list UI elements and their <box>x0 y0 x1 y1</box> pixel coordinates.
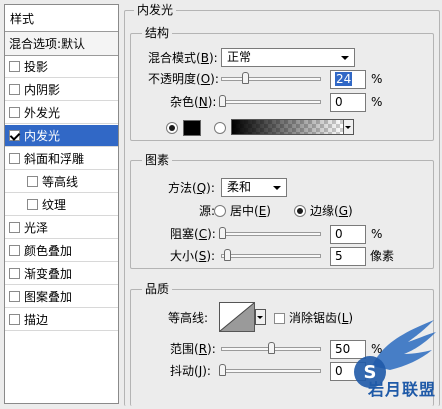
sidebar-item-checkbox[interactable] <box>9 84 20 95</box>
range-label: 范围(R): <box>170 342 216 356</box>
solid-color-radio[interactable] <box>166 122 178 134</box>
size-input[interactable]: 5 <box>330 247 366 266</box>
glow-color-swatch[interactable] <box>183 120 201 136</box>
sidebar-item-checkbox[interactable] <box>27 176 38 187</box>
sidebar-item-label: 纹理 <box>42 198 67 212</box>
noise-label: 杂色(N): <box>170 95 217 109</box>
jitter-input[interactable]: 0 <box>330 362 366 381</box>
choke-unit: % <box>371 227 383 241</box>
source-edge-label[interactable]: 边缘(G) <box>310 203 353 219</box>
sidebar-item-label: 斜面和浮雕 <box>24 152 85 166</box>
size-unit: 像素 <box>370 249 395 263</box>
opacity-unit: % <box>371 72 383 86</box>
sidebar-item[interactable]: 内发光 <box>5 125 118 147</box>
sidebar-item[interactable]: 光泽 <box>5 217 118 239</box>
quality-title: 品质 <box>142 282 173 296</box>
elements-title: 图素 <box>142 153 173 167</box>
contour-label: 等高线: <box>168 311 209 325</box>
source-edge-radio[interactable] <box>294 205 306 217</box>
structure-title: 结构 <box>142 26 173 40</box>
contour-preview[interactable] <box>219 302 255 332</box>
sidebar-item[interactable]: 颜色叠加 <box>5 240 118 262</box>
opacity-slider-thumb[interactable] <box>242 72 249 84</box>
range-unit: % <box>371 342 383 356</box>
sidebar-item-checkbox[interactable] <box>9 245 20 256</box>
source-center-label[interactable]: 居中(E) <box>230 203 271 219</box>
gradient-picker-arrow[interactable] <box>343 119 354 135</box>
size-slider[interactable] <box>221 254 321 258</box>
contour-picker-arrow[interactable] <box>255 309 266 325</box>
antialias-checkbox[interactable] <box>274 313 285 324</box>
noise-slider-thumb[interactable] <box>219 95 226 107</box>
source-label: 源: <box>199 204 215 218</box>
size-slider-thumb[interactable] <box>224 249 231 261</box>
sidebar-item-label: 颜色叠加 <box>24 244 73 258</box>
sidebar-item-label: 内发光 <box>24 129 61 143</box>
sidebar-item[interactable]: 描边 <box>5 309 118 331</box>
sidebar-item[interactable]: 纹理 <box>5 194 118 216</box>
sidebar-item[interactable]: 等高线 <box>5 171 118 193</box>
noise-input[interactable]: 0 <box>330 93 366 112</box>
chevron-down-icon <box>273 186 281 190</box>
sidebar-item-label: 描边 <box>24 313 49 327</box>
sidebar-item[interactable]: 斜面和浮雕 <box>5 148 118 170</box>
sidebar-item-checkbox[interactable] <box>9 61 20 72</box>
blend-mode-label: 混合模式(B): <box>148 51 218 65</box>
opacity-slider[interactable] <box>221 77 321 81</box>
range-input[interactable]: 50 <box>330 340 366 359</box>
sidebar-item[interactable]: 内阴影 <box>5 79 118 101</box>
jitter-slider[interactable] <box>221 369 321 373</box>
noise-slider[interactable] <box>221 100 321 104</box>
sidebar-item-label: 图案叠加 <box>24 290 73 304</box>
method-dropdown[interactable]: 柔和 <box>221 178 287 197</box>
sidebar-item[interactable]: 投影 <box>5 56 118 78</box>
sidebar-item[interactable]: 外发光 <box>5 102 118 124</box>
glow-gradient-swatch[interactable] <box>231 119 344 135</box>
inner-glow-title: 内发光 <box>134 3 177 17</box>
blend-mode-dropdown[interactable]: 正常 <box>221 48 355 67</box>
contour-curve-icon <box>219 302 255 332</box>
blend-options-item[interactable]: 混合选项:默认 <box>5 32 118 56</box>
sidebar-item-label: 投影 <box>24 60 49 74</box>
choke-input[interactable]: 0 <box>330 225 366 244</box>
sidebar-item[interactable]: 渐变叠加 <box>5 263 118 285</box>
jitter-label: 抖动(J): <box>170 364 211 378</box>
sidebar-item[interactable]: 图案叠加 <box>5 286 118 308</box>
sidebar-item-checkbox[interactable] <box>9 130 20 141</box>
opacity-input[interactable]: 24 <box>330 70 366 89</box>
range-slider-thumb[interactable] <box>268 342 275 354</box>
sidebar-item-label: 渐变叠加 <box>24 267 73 281</box>
styles-sidebar: 样式 混合选项:默认 投影内阴影外发光内发光斜面和浮雕等高线纹理光泽颜色叠加渐变… <box>4 4 119 404</box>
opacity-label: 不透明度(O): <box>148 72 219 86</box>
source-center-radio[interactable] <box>214 205 226 217</box>
sidebar-item-checkbox[interactable] <box>9 314 20 325</box>
sidebar-item-checkbox[interactable] <box>27 199 38 210</box>
choke-slider-thumb[interactable] <box>219 227 226 239</box>
sidebar-item-label: 等高线 <box>42 175 79 189</box>
sidebar-item-label: 内阴影 <box>24 83 61 97</box>
jitter-slider-thumb[interactable] <box>219 364 226 376</box>
choke-label: 阻塞(C): <box>170 227 216 241</box>
sidebar-item-label: 外发光 <box>24 106 61 120</box>
size-label: 大小(S): <box>170 249 216 263</box>
sidebar-item-checkbox[interactable] <box>9 268 20 279</box>
sidebar-item-checkbox[interactable] <box>9 222 20 233</box>
sidebar-item-checkbox[interactable] <box>9 153 20 164</box>
sidebar-item-checkbox[interactable] <box>9 291 20 302</box>
choke-slider[interactable] <box>221 232 321 236</box>
method-label: 方法(Q): <box>168 181 215 195</box>
antialias-label[interactable]: 消除锯齿(L) <box>289 310 353 326</box>
sidebar-item-checkbox[interactable] <box>9 107 20 118</box>
gradient-radio[interactable] <box>214 122 226 134</box>
sidebar-item-label: 光泽 <box>24 221 49 235</box>
styles-title[interactable]: 样式 <box>5 5 118 32</box>
chevron-down-icon <box>341 56 349 60</box>
noise-unit: % <box>371 95 383 109</box>
